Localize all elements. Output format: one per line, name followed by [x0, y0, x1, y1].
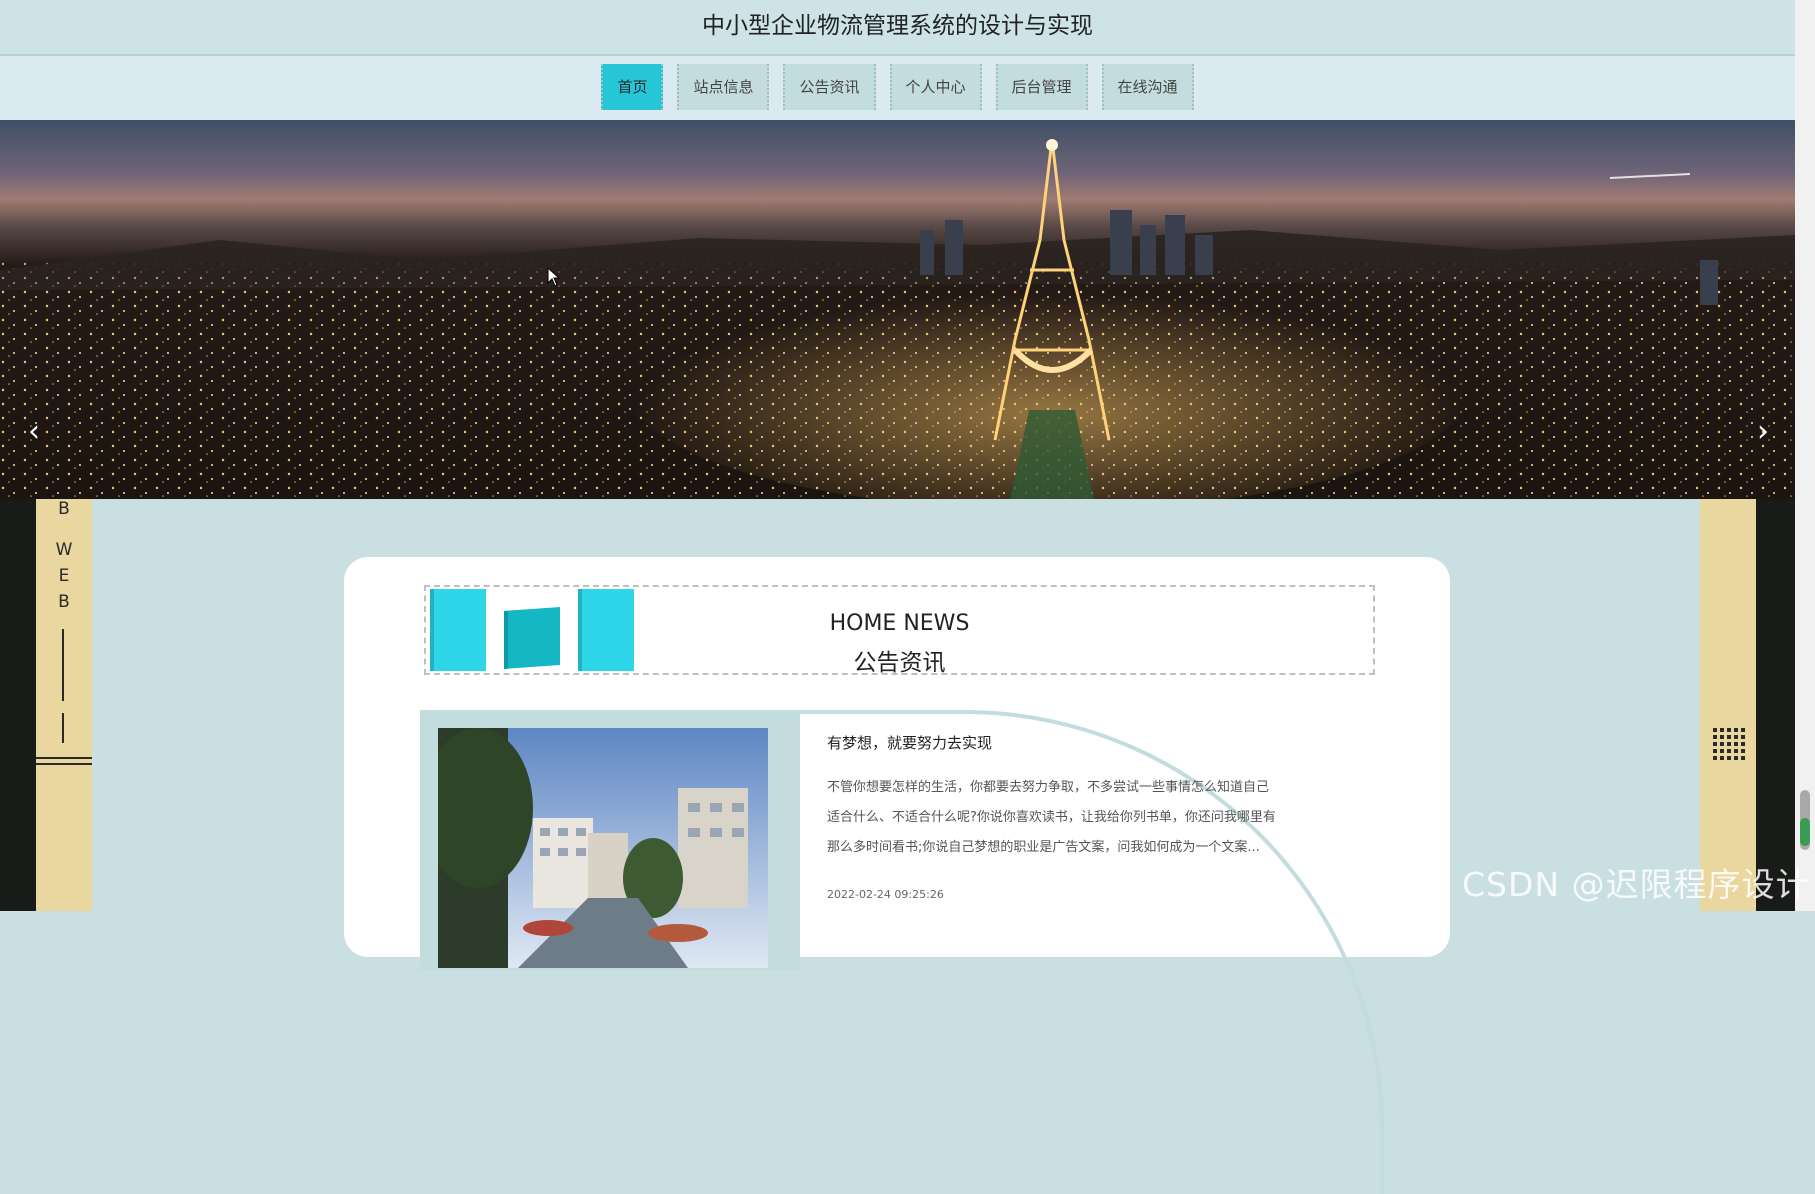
news-item-date: 2022-02-24 09:25:26 [827, 888, 944, 901]
site-title: 中小型企业物流管理系统的设计与实现 [702, 13, 1093, 39]
grid-icon[interactable] [1713, 728, 1745, 760]
banner-next-button[interactable]: › [1743, 412, 1783, 452]
main-nav: 首页 站点信息 公告资讯 个人中心 后台管理 在线沟通 [0, 56, 1795, 120]
news-heading-en: HOME NEWS [829, 611, 970, 636]
banner-image [0, 139, 1795, 499]
left-dark-strip [0, 499, 36, 911]
right-decoration-band [1700, 499, 1756, 911]
left-decoration-band: B W E B [36, 499, 92, 911]
nav-item-online-chat[interactable]: 在线沟通 [1101, 64, 1194, 110]
nav-item-home[interactable]: 首页 [601, 64, 664, 110]
mouse-cursor-icon [547, 267, 561, 287]
watermark: CSDN @迟限程序设计 [1462, 865, 1810, 904]
side-divider [62, 713, 64, 743]
news-thumbnail[interactable] [438, 728, 768, 968]
side-letter: B [58, 592, 70, 612]
nav-item-admin[interactable]: 后台管理 [995, 64, 1088, 110]
side-divider [62, 629, 64, 701]
news-title-box: HOME NEWS 公告资讯 [424, 585, 1375, 676]
news-heading-cn: 公告资讯 [853, 650, 946, 676]
banner-prev-button[interactable]: ‹ [14, 412, 54, 452]
news-item-summary: 不管你想要怎样的生活，你都要去努力争取，不多尝试一些事情怎么知道自己适合什么、不… [827, 780, 1276, 855]
chevron-right-icon: › [1757, 414, 1769, 449]
chevron-left-icon: ‹ [28, 414, 40, 449]
site-header: 中小型企业物流管理系统的设计与实现 [0, 0, 1795, 56]
right-dark-strip [1756, 499, 1795, 911]
news-section: HOME NEWS 公告资讯 有梦想，就要努力去实现 不管你想要怎样的生活，你都… [344, 557, 1450, 1194]
side-letter: B [58, 499, 70, 519]
page-scrollbar[interactable] [1795, 0, 1815, 911]
side-divider [36, 757, 92, 759]
side-letter: W [55, 540, 73, 560]
nav-item-personal-center[interactable]: 个人中心 [889, 64, 982, 110]
news-item-title[interactable]: 有梦想，就要努力去实现 [827, 732, 992, 753]
news-list-item[interactable]: 有梦想，就要努力去实现 不管你想要怎样的生活，你都要去努力争取，不多尝试一些事情… [420, 710, 1420, 1194]
nav-item-site-info[interactable]: 站点信息 [677, 64, 770, 110]
nav-item-announcements[interactable]: 公告资讯 [783, 64, 876, 110]
side-letter: E [58, 566, 70, 586]
side-divider [36, 763, 92, 765]
news-image-panel [420, 710, 800, 970]
banner-carousel[interactable]: ‹ › [0, 120, 1795, 499]
scrollbar-thumb-indicator [1800, 818, 1810, 846]
